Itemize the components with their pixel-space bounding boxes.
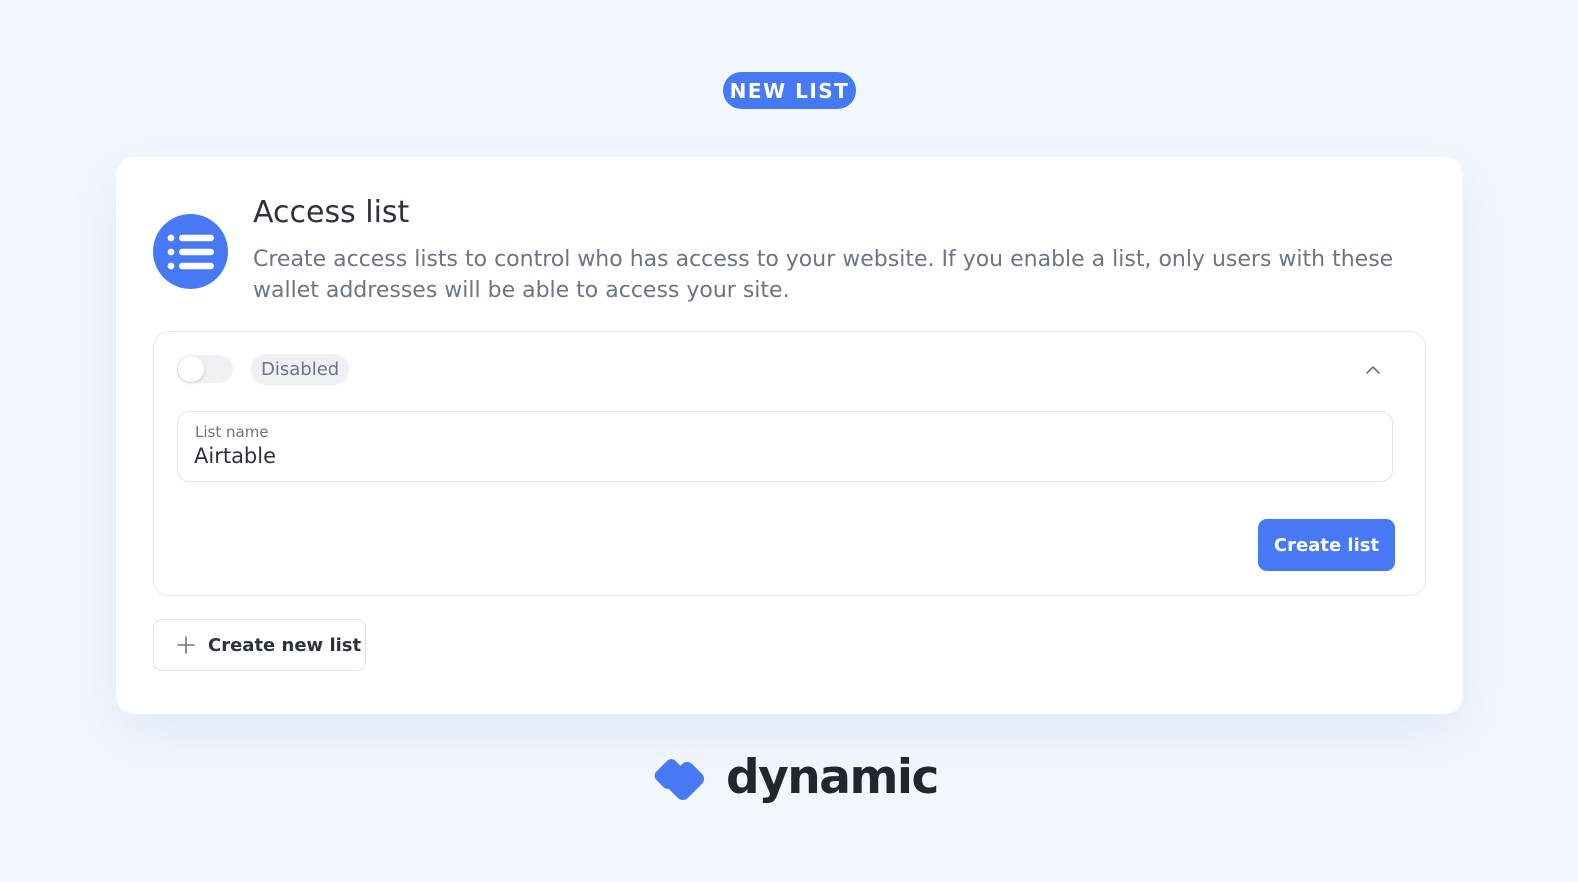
dynamic-brand: dynamic	[650, 748, 939, 812]
chevron-up-icon[interactable]	[1364, 361, 1382, 379]
status-badge-label: Disabled	[261, 359, 340, 380]
list-icon	[153, 214, 228, 289]
list-name-field[interactable]: List name	[177, 411, 1393, 482]
page-title: Access list	[253, 195, 410, 230]
enable-list-toggle[interactable]	[177, 355, 233, 383]
brand-name: dynamic	[726, 749, 939, 805]
status-badge: Disabled	[251, 354, 350, 385]
access-list-panel: Disabled List name Create list	[153, 331, 1426, 596]
plus-icon	[176, 635, 196, 655]
new-list-badge-label: NEW LIST	[729, 78, 850, 103]
list-name-input[interactable]	[194, 444, 1354, 468]
dynamic-logo-icon	[654, 759, 705, 801]
toggle-knob	[178, 356, 204, 382]
create-new-list-label: Create new list	[208, 634, 362, 656]
create-new-list-button[interactable]: Create new list	[153, 619, 366, 671]
page-description: Create access lists to control who has a…	[253, 247, 1394, 303]
access-list-card: Access list Create access lists to contr…	[116, 157, 1463, 714]
create-list-button[interactable]: Create list	[1258, 519, 1395, 571]
list-name-label: List name	[195, 423, 269, 441]
new-list-badge: NEW LIST	[723, 72, 856, 109]
